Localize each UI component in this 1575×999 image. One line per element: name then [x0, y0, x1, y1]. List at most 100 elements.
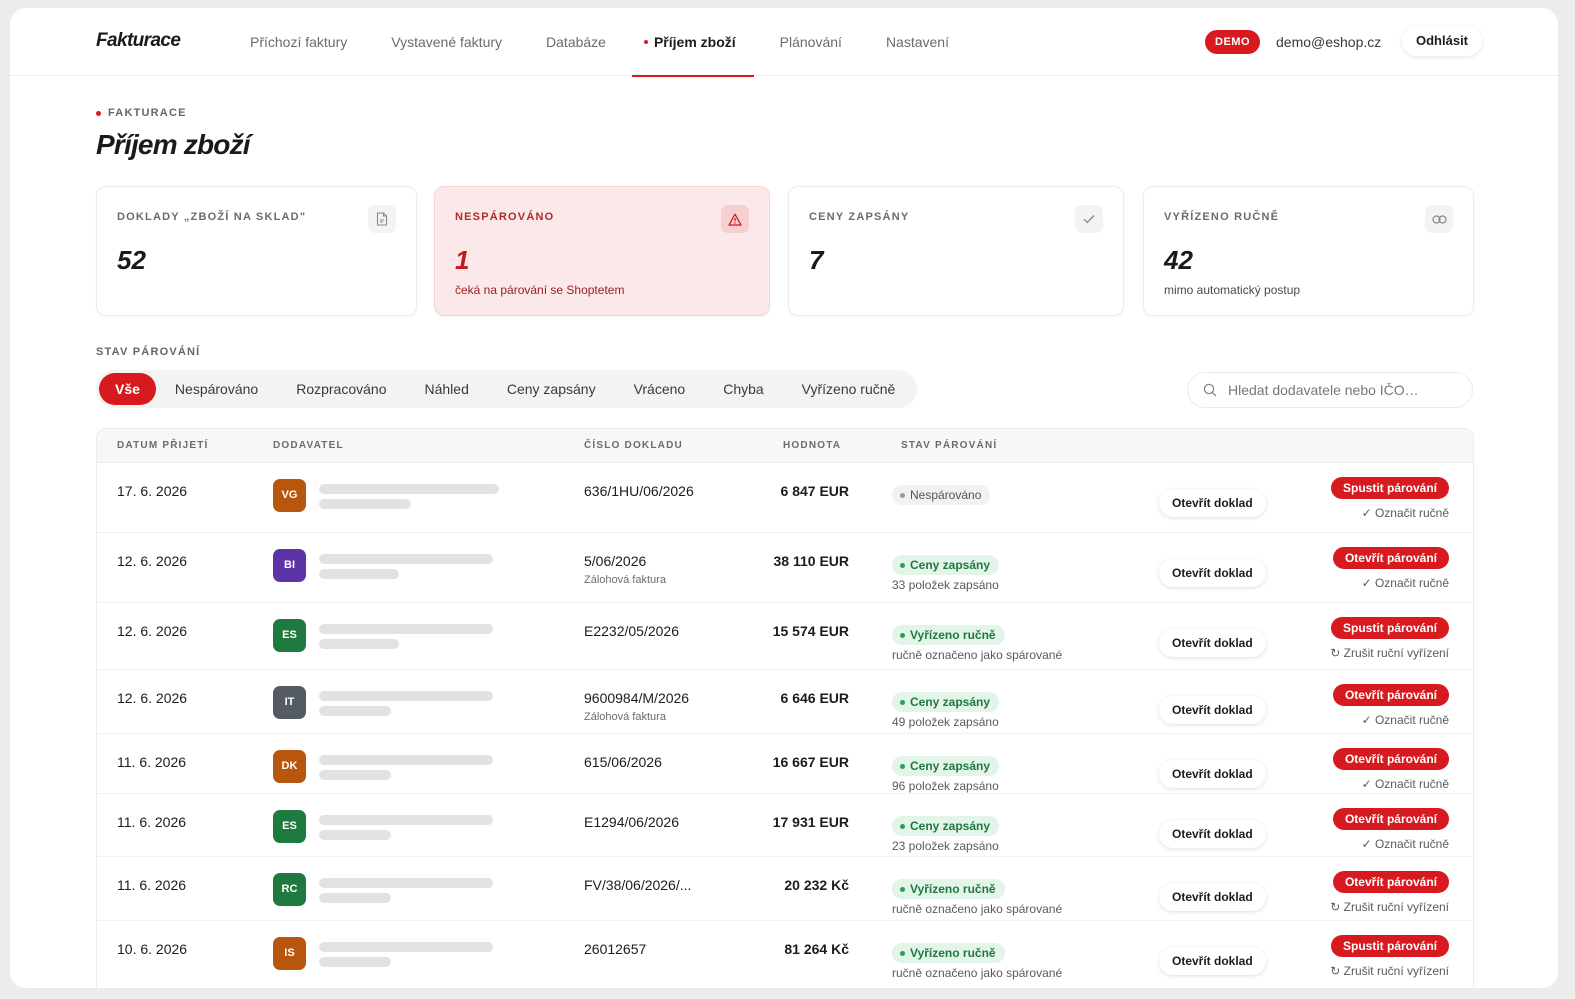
supplier-id-placeholder [319, 770, 391, 780]
logout-button[interactable]: Odhlásit [1402, 26, 1483, 56]
stat-card-unpaired[interactable]: NESPÁROVÁNO 1 čeká na párování se Shopte… [434, 186, 770, 316]
pairing-button[interactable]: Otevřít párování [1332, 871, 1449, 893]
supplier-search [1187, 372, 1473, 408]
search-input[interactable] [1228, 373, 1464, 407]
column-header-document-number[interactable]: ČÍSLO DOKLADU [584, 440, 683, 451]
user-email: demo@eshop.cz [1276, 34, 1382, 50]
filter-chip-vyrizeno-rucne[interactable]: Vyřízeno ručně [783, 373, 915, 405]
supplier-avatar: ES [273, 619, 306, 652]
document-type: Zálohová faktura [584, 711, 666, 723]
app-logo[interactable]: Fakturace [96, 30, 181, 52]
open-document-button[interactable]: Otevřít doklad [1159, 559, 1266, 587]
supplier-id-placeholder [319, 569, 399, 579]
document-value: 16 667 EUR [772, 754, 849, 770]
receipt-date: 17. 6. 2026 [117, 483, 188, 499]
pairing-button[interactable]: Spustit párování [1330, 617, 1449, 639]
supplier-id-placeholder [319, 830, 391, 840]
manual-action-link[interactable]: ✓ Označit ručně [1362, 713, 1449, 727]
document-number: 636/1HU/06/2026 [584, 483, 694, 499]
status-badge: Ceny zapsány [892, 816, 1000, 836]
open-document-button[interactable]: Otevřít doklad [1159, 629, 1266, 657]
table-row[interactable]: 12. 6. 2026 ES E2232/05/2026 15 574 EUR Vyří… [97, 603, 1473, 670]
status-badge: Vyřízeno ručně [892, 879, 1005, 899]
document-number: 9600984/M/2026 [584, 690, 690, 706]
receipts-table: DATUM PŘIJETÍ DODAVATEL ČÍSLO DOKLADU HO… [96, 428, 1474, 988]
open-document-button[interactable]: Otevřít doklad [1159, 489, 1266, 517]
pairing-button[interactable]: Otevřít párování [1332, 547, 1449, 569]
main-nav: Příchozí faktury Vystavené faktury Datab… [232, 8, 975, 77]
supplier-avatar: IT [273, 686, 306, 719]
column-header-date[interactable]: DATUM PŘIJETÍ [117, 440, 209, 451]
document-number: E2232/05/2026 [584, 623, 679, 639]
nav-item-vystavene-faktury[interactable]: Vystavené faktury [373, 8, 520, 76]
table-row[interactable]: 17. 6. 2026 VG 636/1HU/06/2026 6 847 EUR Nes… [97, 463, 1473, 533]
filter-chip-ceny-zapsany[interactable]: Ceny zapsány [488, 373, 615, 405]
table-row[interactable]: 11. 6. 2026 ES E1294/06/2026 17 931 EUR Ceny… [97, 794, 1473, 857]
filter-chip-rozpracovano[interactable]: Rozpracováno [277, 373, 405, 405]
stat-card-value: 7 [809, 245, 824, 275]
pairing-button[interactable]: Spustit párování [1330, 477, 1449, 499]
document-value: 17 931 EUR [772, 814, 849, 830]
table-row[interactable]: 11. 6. 2026 DK 615/06/2026 16 667 EUR Ceny z… [97, 734, 1473, 794]
open-document-button[interactable]: Otevřít doklad [1159, 883, 1266, 911]
nav-item-prijem-zbozi[interactable]: Příjem zboží [631, 8, 754, 77]
manual-action-link[interactable]: ↻ Zrušit ruční vyřízení [1330, 646, 1449, 660]
check-icon [1075, 205, 1103, 233]
table-row[interactable]: 11. 6. 2026 RC FV/38/06/2026/... 20 232 Kč V… [97, 857, 1473, 921]
manual-action-link[interactable]: ✓ Označit ručně [1362, 837, 1449, 851]
table-row[interactable]: 12. 6. 2026 BI 5/06/2026 Zálohová faktura 38… [97, 533, 1473, 603]
manual-action-link[interactable]: ↻ Zrušit ruční vyřízení [1330, 964, 1449, 978]
document-value: 38 110 EUR [773, 553, 850, 569]
column-header-status[interactable]: STAV PÁROVÁNÍ [901, 440, 997, 451]
open-document-button[interactable]: Otevřít doklad [1159, 696, 1266, 724]
receipt-date: 12. 6. 2026 [117, 623, 188, 639]
stat-card-label: CENY ZAPSÁNY [809, 211, 910, 223]
pairing-button[interactable]: Spustit párování [1330, 935, 1449, 957]
filter-chip-vse[interactable]: Vše [99, 373, 156, 405]
document-number: 5/06/2026 [584, 553, 647, 569]
filter-chip-nesparovano[interactable]: Nespárováno [156, 373, 277, 405]
app-window: Fakturace Příchozí faktury Vystavené fak… [10, 8, 1558, 988]
document-number: FV/38/06/2026/... [584, 877, 692, 893]
status-filter: Vše Nespárováno Rozpracováno Náhled Ceny… [96, 370, 918, 408]
supplier-avatar: BI [273, 549, 306, 582]
table-row[interactable]: 10. 6. 2026 IS 26012657 81 264 Kč Vyřízeno r… [97, 921, 1473, 988]
open-document-button[interactable]: Otevřít doklad [1159, 947, 1266, 975]
supplier-id-placeholder [319, 499, 411, 509]
status-detail: 96 položek zapsáno [892, 779, 999, 793]
stat-card-documents[interactable]: DOKLADY „ZBOŽÍ NA SKLAD" 52 [96, 186, 417, 316]
stat-card-prices-written[interactable]: CENY ZAPSÁNY 7 [788, 186, 1124, 316]
supplier-id-placeholder [319, 639, 399, 649]
pairing-button[interactable]: Otevřít párování [1332, 684, 1449, 706]
pairing-button[interactable]: Otevřít párování [1332, 808, 1449, 830]
stat-card-manual[interactable]: VYŘÍZENO RUČNĚ 42 mimo automatický postu… [1143, 186, 1474, 316]
receipt-date: 12. 6. 2026 [117, 553, 188, 569]
column-header-supplier[interactable]: DODAVATEL [273, 440, 344, 451]
pairing-button[interactable]: Otevřít párování [1332, 748, 1449, 770]
supplier-name-placeholder [319, 755, 493, 765]
filter-chip-nahled[interactable]: Náhled [405, 373, 487, 405]
document-value: 6 847 EUR [780, 483, 849, 499]
document-value: 81 264 Kč [784, 941, 849, 957]
nav-item-databaze[interactable]: Databáze [528, 8, 624, 76]
manual-action-link[interactable]: ✓ Označit ručně [1362, 777, 1449, 791]
nav-item-nastaveni[interactable]: Nastavení [868, 8, 967, 76]
manual-action-link[interactable]: ✓ Označit ručně [1362, 576, 1449, 590]
document-number: 26012657 [584, 941, 647, 957]
supplier-name-placeholder [319, 942, 493, 952]
open-document-button[interactable]: Otevřít doklad [1159, 760, 1266, 788]
status-detail: 23 položek zapsáno [892, 839, 999, 853]
status-detail: ručně označeno jako spárované [892, 966, 1063, 980]
filter-chip-chyba[interactable]: Chyba [704, 373, 782, 405]
manual-action-link[interactable]: ↻ Zrušit ruční vyřízení [1330, 900, 1449, 914]
table-row[interactable]: 12. 6. 2026 IT 9600984/M/2026 Zálohová fakt… [97, 670, 1473, 734]
supplier-avatar: RC [273, 873, 306, 906]
column-header-value[interactable]: HODNOTA [783, 440, 841, 451]
filter-chip-vraceno[interactable]: Vráceno [615, 373, 705, 405]
manual-action-link[interactable]: ✓ Označit ručně [1362, 506, 1449, 520]
receipt-date: 11. 6. 2026 [117, 814, 187, 830]
nav-item-planovani[interactable]: Plánování [762, 8, 860, 76]
nav-item-prichozi-faktury[interactable]: Příchozí faktury [232, 8, 365, 76]
status-detail: ručně označeno jako spárované [892, 648, 1063, 662]
open-document-button[interactable]: Otevřít doklad [1159, 820, 1266, 848]
